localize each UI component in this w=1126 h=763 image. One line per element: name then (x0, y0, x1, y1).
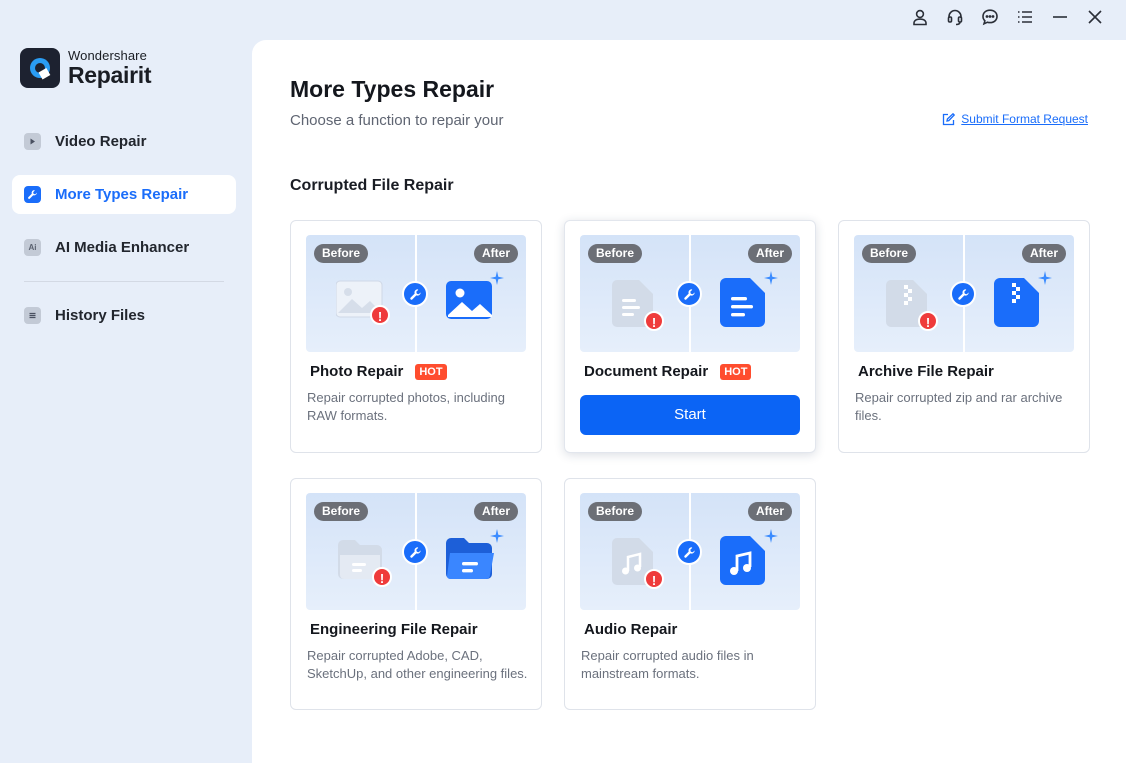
card-description: Repair corrupted audio files in mainstre… (581, 648, 754, 681)
archive-icon (992, 277, 1042, 334)
sidebar-item-label: Video Repair (55, 133, 147, 150)
card-title: Document Repair HOT (584, 363, 752, 380)
minimize-icon[interactable] (1042, 6, 1077, 28)
brand-name: Wondershare (68, 48, 147, 63)
history-icon (24, 307, 41, 324)
folder-corrupted-icon: ! (336, 537, 392, 588)
wrench-icon (402, 539, 428, 565)
sidebar-item-history-files[interactable]: History Files (12, 296, 236, 335)
app-logo: Wondershare Repairit (20, 48, 152, 88)
submit-link-label: Submit Format Request (961, 112, 1088, 126)
after-badge: After (473, 244, 518, 263)
wrench-icon (24, 186, 41, 203)
sparkle-icon (490, 271, 504, 285)
card-title: Photo Repair HOT (310, 363, 447, 380)
ai-icon: Ai (24, 239, 41, 256)
sidebar-item-label: AI Media Enhancer (55, 239, 190, 256)
photo-icon (444, 277, 496, 328)
sidebar-item-video-repair[interactable]: Video Repair (12, 122, 236, 161)
hot-badge: HOT (720, 363, 752, 380)
after-badge: After (747, 244, 792, 263)
card-title: Engineering File Repair (310, 621, 478, 638)
sidebar-item-ai-media-enhancer[interactable]: Ai AI Media Enhancer (12, 228, 236, 267)
sidebar-divider (24, 281, 224, 282)
video-icon (24, 133, 41, 150)
document-icon (718, 277, 768, 334)
card-title: Archive File Repair (858, 363, 994, 380)
audio-icon (718, 535, 768, 592)
start-button[interactable]: Start (580, 395, 800, 435)
sidebar-item-label: More Types Repair (55, 186, 189, 203)
audio-corrupted-icon: ! (610, 537, 664, 592)
card-preview: Before After ! (306, 493, 526, 610)
archive-corrupted-icon: ! (884, 279, 938, 334)
photo-corrupted-icon: ! (335, 279, 390, 325)
document-corrupted-icon: ! (610, 279, 664, 334)
page-title: More Types Repair (290, 76, 495, 102)
wrench-icon (950, 281, 976, 307)
close-icon[interactable] (1077, 6, 1112, 28)
card-preview: Before After ! (306, 235, 526, 352)
page-subtitle: Choose a function to repair your (290, 112, 504, 129)
edit-icon (943, 112, 956, 125)
product-name: Repairit (68, 62, 152, 88)
wrench-icon (402, 281, 428, 307)
sparkle-icon (764, 529, 778, 543)
before-badge: Before (588, 244, 643, 263)
sparkle-icon (1038, 271, 1052, 285)
card-document-repair[interactable]: Before After ! Document Repair HOT Start (564, 220, 816, 453)
before-badge: Before (588, 502, 643, 521)
before-badge: Before (314, 502, 369, 521)
sidebar-item-more-types-repair[interactable]: More Types Repair (12, 175, 236, 214)
wrench-icon (676, 281, 702, 307)
card-description: Repair corrupted Adobe, CAD, SketchUp, a… (307, 648, 528, 681)
wrench-icon (676, 539, 702, 565)
section-title: Corrupted File Repair (290, 177, 454, 194)
before-badge: Before (862, 244, 917, 263)
card-archive-file-repair[interactable]: Before After ! Archive File Repair Repai… (838, 220, 1090, 453)
error-icon: ! (918, 311, 938, 331)
support-icon[interactable] (937, 6, 972, 28)
before-badge: Before (314, 244, 369, 263)
card-audio-repair[interactable]: Before After ! Audio Repair Repair corru… (564, 478, 816, 710)
account-icon[interactable] (902, 6, 937, 28)
card-title: Audio Repair (584, 621, 678, 638)
after-badge: After (1021, 244, 1066, 263)
feedback-icon[interactable] (972, 6, 1007, 28)
card-description: Repair corrupted zip and rar archive fil… (855, 390, 1063, 423)
submit-format-request-link[interactable]: Submit Format Request (942, 112, 1088, 126)
error-icon: ! (372, 567, 392, 587)
error-icon: ! (644, 569, 664, 589)
sparkle-icon (490, 529, 504, 543)
after-badge: After (747, 502, 792, 521)
after-badge: After (473, 502, 518, 521)
window-controls (902, 6, 1112, 28)
menu-icon[interactable] (1007, 6, 1042, 28)
hot-badge: HOT (415, 363, 447, 380)
sidebar-nav: Video Repair More Types Repair Ai AI Med… (12, 122, 236, 349)
sidebar: Wondershare Repairit Video Repair More T… (0, 0, 252, 763)
card-engineering-file-repair[interactable]: Before After ! Engineering File Repair R… (290, 478, 542, 710)
card-preview: Before After ! (580, 493, 800, 610)
card-preview: Before After ! (580, 235, 800, 352)
main-panel: More Types Repair Choose a function to r… (252, 40, 1126, 763)
card-description: Repair corrupted photos, including RAW f… (307, 390, 506, 423)
sidebar-item-label: History Files (55, 307, 146, 324)
error-icon: ! (370, 305, 390, 325)
card-photo-repair[interactable]: Before After ! Photo Repair HOT Repair c… (290, 220, 542, 453)
repairit-logo-icon (20, 48, 60, 88)
error-icon: ! (644, 311, 664, 331)
card-preview: Before After ! (854, 235, 1074, 352)
sparkle-icon (764, 271, 778, 285)
